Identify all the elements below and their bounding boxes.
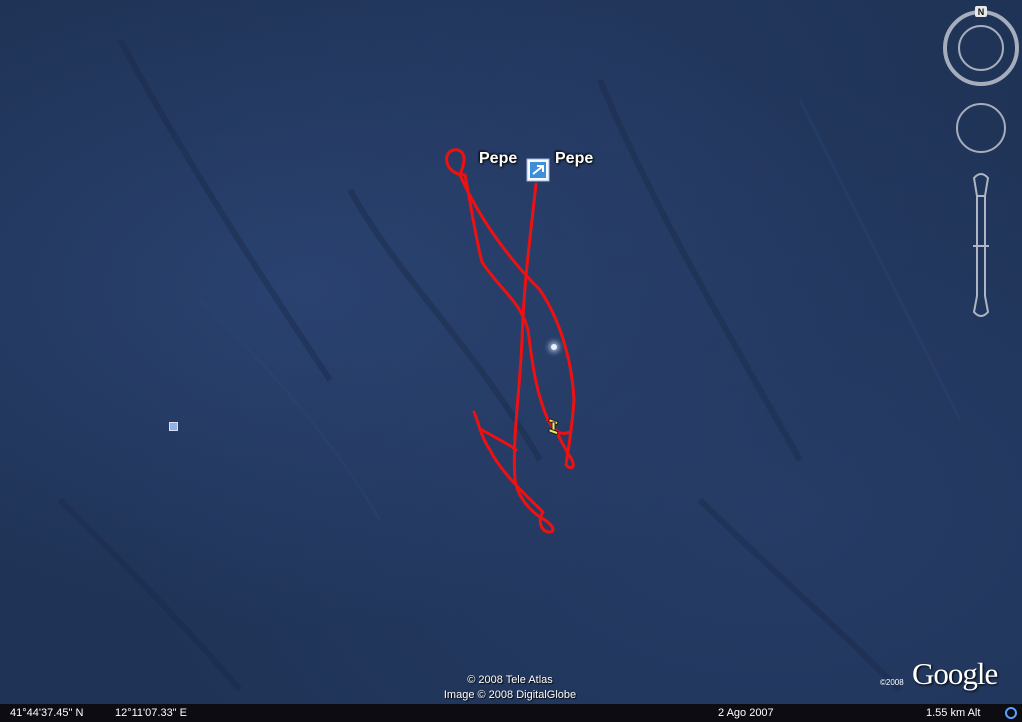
logo-year: ©2008: [880, 678, 904, 687]
navigation-controls: N: [943, 6, 1019, 317]
status-bar: 41°44'37.45" N 12°11'07.33" E 2 Ago 2007…: [0, 704, 1022, 722]
compass-ring[interactable]: [943, 6, 1019, 86]
attribution-line-2: Image © 2008 DigitalGlobe: [443, 689, 577, 701]
latitude-readout: 41°44'37.45" N: [10, 707, 84, 719]
compass-north-label: N: [978, 7, 985, 17]
map-viewport[interactable]: Pepe Pepe N © 2008 Tele Atlas Image © 20…: [0, 0, 1022, 722]
attribution-line-1: © 2008 Tele Atlas: [467, 674, 553, 686]
look-joystick[interactable]: [956, 103, 1006, 153]
longitude-readout: 12°11'07.33" E: [115, 707, 187, 719]
logo-text: Google: [912, 656, 998, 691]
altitude-readout: 1.55 km Alt: [926, 707, 981, 719]
imagery-attribution: © 2008 Tele Atlas Image © 2008 DigitalGl…: [420, 673, 600, 703]
imagery-date: 2 Ago 2007: [718, 707, 774, 719]
zoom-slider[interactable]: [972, 173, 990, 317]
streaming-status-icon: [1005, 707, 1017, 719]
